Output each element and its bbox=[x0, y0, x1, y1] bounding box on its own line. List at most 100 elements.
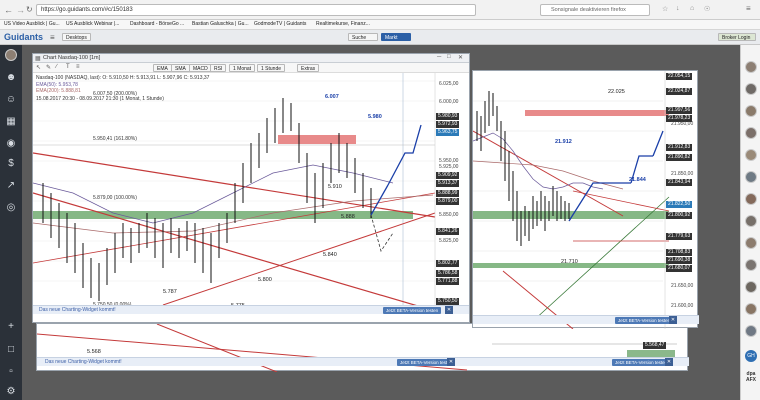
ema-line bbox=[473, 160, 624, 190]
price-box: 21.822,50 bbox=[666, 201, 693, 208]
plus-icon[interactable]: + bbox=[4, 320, 18, 334]
notice-text: Das neue Charting-Widget kommt! bbox=[39, 307, 116, 313]
forecast-arrow bbox=[652, 130, 664, 157]
reload-icon[interactable]: ↻ bbox=[26, 5, 33, 14]
close-icon[interactable]: ✕ bbox=[665, 358, 673, 366]
pen-icon[interactable]: ✎ bbox=[46, 64, 51, 71]
search-field[interactable]: Sonsignale deaktivieren firefox bbox=[540, 4, 650, 16]
users-icon[interactable]: ☻ bbox=[4, 71, 18, 85]
bookmark-item[interactable]: US Video Ausblick | Gu... bbox=[4, 21, 60, 27]
fibonacci-icon[interactable]: ≡ bbox=[76, 64, 80, 70]
ema-button[interactable]: EMA bbox=[153, 64, 172, 72]
forward-icon[interactable]: → bbox=[16, 5, 25, 15]
interval-select[interactable]: 1 Stunde bbox=[257, 64, 286, 72]
cursor-icon[interactable]: ↖ bbox=[36, 64, 41, 71]
close-icon[interactable]: ✕ bbox=[445, 306, 453, 314]
price-box: 22.054,15 bbox=[666, 73, 693, 80]
dpa-logo[interactable]: dpa AFX bbox=[743, 371, 759, 383]
price-box: 21.708,83 bbox=[666, 249, 693, 256]
menu-icon[interactable]: ≡ bbox=[746, 4, 751, 13]
file-icon[interactable]: ▫ bbox=[4, 365, 18, 379]
back-icon[interactable]: ← bbox=[4, 5, 13, 15]
star-icon[interactable]: ☆ bbox=[662, 5, 668, 13]
avatar[interactable] bbox=[5, 49, 17, 61]
bookmark-item[interactable]: GodmodeTV | Guidants bbox=[254, 21, 306, 27]
chart-icon[interactable]: ↗ bbox=[4, 179, 18, 193]
beta-button[interactable]: Jetzt BETA-Version testen bbox=[615, 317, 674, 324]
close-icon[interactable]: ✕ bbox=[447, 358, 455, 366]
globe-icon[interactable]: ◎ bbox=[4, 201, 18, 215]
range-select[interactable]: 1 Monat bbox=[229, 64, 256, 72]
app-logo: Guidants bbox=[4, 32, 44, 42]
broker-login-button[interactable]: Broker Login bbox=[718, 33, 756, 41]
markt-button[interactable]: Markt bbox=[381, 33, 411, 41]
window-title: Chart Nasdaq-100 [1m] bbox=[43, 55, 101, 61]
avatar[interactable] bbox=[745, 149, 757, 161]
avatar[interactable] bbox=[745, 61, 757, 73]
browser-toolbar: ← → ↻ https://go.guidants.com/#c/150183 … bbox=[0, 0, 760, 20]
hamburger-icon[interactable]: ≡ bbox=[50, 33, 55, 42]
trend-line bbox=[473, 130, 624, 217]
support-zone bbox=[33, 211, 413, 219]
avatar[interactable] bbox=[745, 303, 757, 315]
folder-icon[interactable]: □ bbox=[4, 343, 18, 357]
macd-button[interactable]: MACD bbox=[189, 64, 212, 72]
avatar[interactable] bbox=[745, 193, 757, 205]
shield-icon[interactable]: ☉ bbox=[704, 5, 710, 13]
avatar[interactable] bbox=[745, 281, 757, 293]
desktops-button[interactable]: Desktops bbox=[62, 33, 91, 41]
avatar[interactable] bbox=[745, 325, 757, 337]
bookmark-item[interactable]: US Ausblick Webinar |... bbox=[66, 21, 119, 27]
rsi-button[interactable]: RSI bbox=[210, 64, 227, 72]
axis-label: 21.950,00 bbox=[671, 121, 694, 127]
beta-button[interactable]: Jetzt BETA-Version testen bbox=[383, 307, 442, 314]
avatar[interactable] bbox=[745, 105, 757, 117]
price-box: 21.779,63 bbox=[666, 233, 693, 240]
text-icon[interactable]: T bbox=[66, 64, 70, 70]
avatar[interactable] bbox=[745, 171, 757, 183]
settings-icon[interactable]: ⚙ bbox=[4, 385, 18, 399]
bookmark-item[interactable]: Bastian Galuschka | Gu... bbox=[192, 21, 249, 27]
trendline-icon[interactable]: ∕ bbox=[56, 64, 57, 70]
maximize-icon[interactable]: □ bbox=[447, 54, 451, 60]
close-icon[interactable]: ✕ bbox=[669, 316, 677, 324]
notice-text: Das neue Charting-Widget kommt! bbox=[45, 359, 122, 365]
bookmark-item[interactable]: Dashboard - BörseGo ... bbox=[130, 21, 184, 27]
gh-badge[interactable]: GH bbox=[745, 350, 757, 362]
extras-button[interactable]: Extras bbox=[297, 64, 320, 72]
avatar[interactable] bbox=[745, 127, 757, 139]
price-box: 5.841,26 bbox=[436, 228, 460, 235]
level-label: 22.025 bbox=[608, 89, 625, 95]
axis-label: 6.000,00 bbox=[439, 99, 459, 105]
workspace: 5.568 5.568,47 Das neue Charting-Widget … bbox=[22, 45, 740, 400]
sma-button[interactable]: SMA bbox=[171, 64, 190, 72]
download-icon[interactable]: ↓ bbox=[676, 5, 680, 12]
eye-icon[interactable]: ◉ bbox=[4, 137, 18, 151]
level-label: 6.007 bbox=[325, 94, 339, 100]
grid-icon[interactable]: ▦ bbox=[4, 115, 18, 129]
search-label: Suche bbox=[352, 35, 367, 41]
avatar[interactable] bbox=[745, 259, 757, 271]
minimize-icon[interactable]: ─ bbox=[437, 54, 441, 60]
price-box: 5.972,93 bbox=[436, 121, 460, 128]
level-label: 5.787 bbox=[163, 289, 177, 295]
ema200-line: EMA(200): 5.888,81 bbox=[36, 88, 81, 94]
instrument-line: Nasdaq-100 (NASDAQ, last): O: 5.910,50 H… bbox=[36, 75, 210, 81]
dollar-icon[interactable]: $ bbox=[4, 157, 18, 171]
search-button[interactable]: Suche bbox=[348, 33, 378, 41]
price-box: 5.888,99 bbox=[436, 190, 460, 197]
notice-bar: Jetzt BETA-Version testen ✕ bbox=[473, 315, 699, 324]
close-icon[interactable]: ✕ bbox=[458, 54, 463, 61]
bookmark-item[interactable]: Realtimekurse, Finanz... bbox=[316, 21, 370, 27]
ema-label: EMA bbox=[157, 66, 168, 72]
price-box: 5.771,88 bbox=[436, 278, 460, 285]
avatar[interactable] bbox=[745, 215, 757, 227]
avatar[interactable] bbox=[745, 83, 757, 95]
fib-label: 5.879,00 (100.00%) bbox=[93, 195, 137, 201]
price-box: 5.750,50 bbox=[436, 298, 460, 305]
url-field[interactable]: https://go.guidants.com/#c/150183 bbox=[36, 4, 476, 16]
avatar[interactable] bbox=[745, 237, 757, 249]
beta-button[interactable]: Jetzt BETA-Version testen bbox=[612, 359, 671, 366]
user-icon[interactable]: ☺ bbox=[4, 93, 18, 107]
home-icon[interactable]: ⌂ bbox=[690, 5, 694, 12]
